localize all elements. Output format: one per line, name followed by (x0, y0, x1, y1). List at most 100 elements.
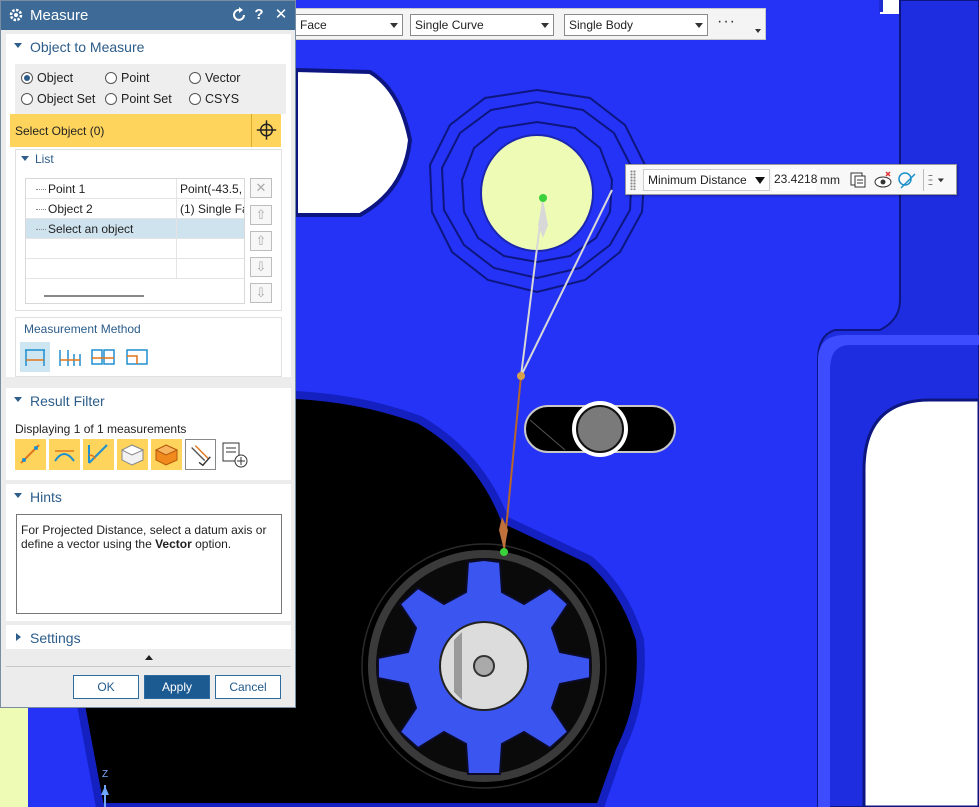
close-icon[interactable]: ✕ (272, 6, 290, 24)
toolbar-overflow-icon[interactable] (755, 29, 761, 33)
free-distance-icon[interactable] (20, 342, 50, 372)
drag-handle[interactable] (630, 170, 636, 190)
column-divider (176, 259, 177, 279)
chevron-down-icon (14, 43, 22, 48)
reset-icon[interactable] (230, 6, 248, 24)
copy-result-icon[interactable] (848, 170, 868, 190)
radio-vector[interactable]: Vector (189, 71, 240, 85)
move-down-icon[interactable]: ⇩ (250, 257, 272, 277)
select-object-bar[interactable]: Select Object (0) (10, 114, 281, 147)
object-to-measure-header[interactable]: Object to Measure (6, 34, 291, 58)
radio-label: Object (37, 71, 74, 85)
list-options-icon[interactable] (927, 170, 947, 190)
add-filter-icon[interactable] (219, 439, 250, 470)
radio-object-set[interactable]: Object Set (21, 92, 95, 106)
horizontal-scrollbar[interactable] (44, 295, 144, 297)
volume-filter-icon[interactable] (151, 439, 182, 470)
radio-off-icon (105, 72, 117, 84)
help-icon[interactable]: ? (250, 6, 268, 24)
radio-label: Point (121, 71, 150, 85)
move-to-top-icon[interactable]: ⇧ (250, 205, 272, 225)
tree-connector (36, 189, 46, 190)
list-header[interactable]: List (15, 152, 54, 166)
list-row (26, 259, 244, 279)
selection-bar: Face Single Curve Single Body ··· (282, 8, 766, 40)
screen-distance-icon[interactable] (88, 342, 118, 372)
remove-icon[interactable]: ✕ (250, 178, 272, 198)
object-list: Point 1 Point(-43.5, Object 2 (1) Single… (25, 178, 245, 304)
show-hide-icon[interactable] (873, 170, 893, 190)
distance-value[interactable]: 23.4218 (772, 169, 817, 191)
radio-point-set[interactable]: Point Set (105, 92, 172, 106)
chevron-down-icon (14, 493, 22, 498)
move-up-icon[interactable]: ⇧ (250, 231, 272, 251)
angle-filter-icon[interactable] (49, 439, 80, 470)
hint-keyword: Vector (155, 537, 192, 551)
radio-csys[interactable]: CSYS (189, 92, 239, 106)
filter-summary: Displaying 1 of 1 measurements (15, 422, 187, 436)
area-filter-icon[interactable] (117, 439, 148, 470)
crosshair-icon[interactable] (251, 114, 281, 147)
dialog-titlebar[interactable]: Measure ? ✕ (1, 1, 295, 30)
settings-header[interactable]: Settings (6, 625, 291, 649)
radio-off-icon (189, 93, 201, 105)
radio-point[interactable]: Point (105, 71, 150, 85)
curve-rule-value: Single Curve (415, 18, 484, 32)
column-divider (176, 199, 177, 219)
length-icon[interactable] (122, 342, 152, 372)
move-to-bottom-icon[interactable]: ⇩ (250, 283, 272, 303)
type-filter-value: Face (300, 18, 327, 32)
row-name: Point 1 (48, 182, 86, 196)
radio-label: Vector (205, 71, 241, 85)
radio-object[interactable]: Object (21, 71, 73, 85)
caret-down-icon (755, 177, 765, 184)
associative-measure-icon[interactable] (897, 170, 917, 190)
column-divider (176, 239, 177, 259)
list-row[interactable]: Object 2 (1) Single Fa (26, 199, 244, 219)
measure-type-combo[interactable]: Minimum Distance (643, 169, 770, 191)
measurement-result-callout: Minimum Distance 23.4218 mm (625, 164, 957, 195)
type-filter-combo[interactable]: Face (295, 14, 403, 36)
curve-filter-icon[interactable] (83, 439, 114, 470)
hint-text-box: For Projected Distance, select a datum a… (16, 514, 282, 614)
radio-off-icon (105, 93, 117, 105)
list-title: List (35, 152, 54, 166)
chevron-down-icon (390, 23, 398, 28)
tree-connector (36, 229, 46, 230)
list-row-selected[interactable]: Select an object (26, 219, 244, 239)
row-name: Select an object (48, 222, 134, 236)
section-title: Result Filter (30, 393, 105, 409)
distance-filter-icon[interactable] (15, 439, 46, 470)
chevron-down-icon (21, 156, 29, 161)
body-rule-combo[interactable]: Single Body (564, 14, 708, 36)
hints-header[interactable]: Hints (6, 484, 291, 508)
curve-rule-combo[interactable]: Single Curve (410, 14, 554, 36)
radio-on-icon (21, 72, 33, 84)
radio-off-icon (21, 93, 33, 105)
list-row (26, 239, 244, 259)
radio-label: Object Set (37, 92, 96, 106)
section-title: Settings (30, 630, 81, 646)
body-rule-value: Single Body (569, 18, 634, 32)
more-options-button[interactable]: ··· (717, 13, 736, 31)
measure-dialog: Measure ? ✕ Object to Measure Object Poi… (0, 0, 296, 708)
gear-icon (9, 8, 23, 22)
list-row[interactable]: Point 1 Point(-43.5, (26, 179, 244, 199)
section-title: Hints (30, 489, 62, 505)
chevron-down-icon (14, 397, 22, 402)
hint-text-end: option. (191, 537, 232, 551)
projected-distance-icon[interactable] (54, 342, 84, 372)
apply-button[interactable]: Apply (144, 675, 210, 699)
collapse-arrow-icon[interactable] (145, 655, 153, 660)
check-filter-icon[interactable] (185, 439, 216, 470)
radio-label: Point Set (121, 92, 172, 106)
chevron-down-icon (695, 23, 703, 28)
result-filter-header[interactable]: Result Filter (6, 388, 291, 412)
ok-button[interactable]: OK (73, 675, 139, 699)
z-axis-label: Z (102, 769, 109, 780)
dialog-title: Measure (30, 7, 89, 24)
column-divider (176, 219, 177, 239)
cancel-button[interactable]: Cancel (215, 675, 281, 699)
settings-panel: Settings (6, 625, 291, 649)
section-title: Object to Measure (30, 39, 145, 55)
